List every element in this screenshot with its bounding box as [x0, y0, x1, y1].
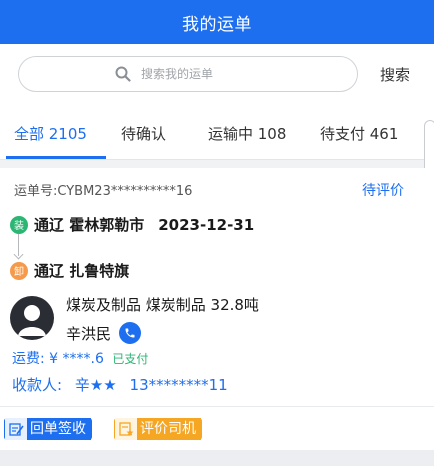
page-title: 我的运单 [182, 14, 252, 35]
payee-row: 收款人: 辛★★ 13********11 [12, 374, 236, 395]
fee-value: ¥ ****.6 [49, 351, 104, 367]
tab-pending-confirm[interactable]: 待确认 [121, 123, 166, 144]
search-icon [115, 66, 131, 82]
rate-driver-label: 评价司机 [137, 418, 201, 440]
cargo-info: 煤炭及制品 煤炭制品 32.8吨 [66, 296, 259, 314]
order-status: 待评价 [362, 183, 404, 199]
card-divider [0, 406, 434, 407]
receipt-sign-button[interactable]: 回单签收 [4, 418, 92, 440]
tab-pending-payment[interactable]: 待支付 461 [320, 123, 398, 144]
next-card-edge [0, 450, 434, 466]
unload-stop: 卸 通辽 扎鲁特旗 [10, 260, 129, 281]
phone-icon[interactable] [119, 322, 142, 344]
fee-status: 已支付 [112, 352, 149, 366]
search-button[interactable]: 搜索 [380, 64, 410, 85]
search-row: 搜索 [0, 44, 434, 108]
rate-driver-button[interactable]: 评价司机 [114, 418, 202, 440]
unload-place: 通辽 扎鲁特旗 [34, 262, 130, 280]
waybill-number: 运单号:CYBM23**********16 [14, 184, 193, 199]
load-date: 2023-12-31 [158, 215, 255, 234]
unload-badge: 卸 [10, 261, 28, 280]
status-tabs: 全部 2105 待确认 运输中 108 待支付 461 [0, 108, 434, 160]
payee-phone: 13********11 [129, 376, 228, 394]
receipt-sign-icon [5, 418, 27, 440]
active-tab-indicator [6, 156, 106, 159]
receipt-sign-label: 回单签收 [27, 418, 91, 440]
payee-name: 辛★★ [74, 376, 117, 394]
driver-name: 辛洪民 [66, 324, 112, 343]
search-box[interactable] [18, 56, 358, 92]
title-bar: 我的运单 [0, 0, 434, 44]
order-card[interactable]: 运单号:CYBM23**********16 待评价 装 通辽 霍林郭勒市 20… [0, 168, 434, 450]
freight-fee: 运费: ¥ ****.6 已支付 [12, 348, 148, 368]
tab-all[interactable]: 全部 2105 [14, 123, 87, 144]
arrow-down-icon [18, 234, 19, 256]
load-stop: 装 通辽 霍林郭勒市 2023-12-31 [10, 214, 254, 235]
fee-label: 运费: [12, 351, 45, 367]
avatar-icon [10, 296, 54, 340]
load-place: 通辽 霍林郭勒市 [34, 216, 145, 234]
driver-row: 辛洪民 [66, 322, 142, 344]
load-badge: 装 [10, 215, 28, 234]
search-input[interactable] [141, 67, 261, 81]
tab-in-transit[interactable]: 运输中 108 [208, 123, 286, 144]
rate-driver-icon [115, 418, 137, 440]
payee-label: 收款人: [12, 376, 63, 394]
